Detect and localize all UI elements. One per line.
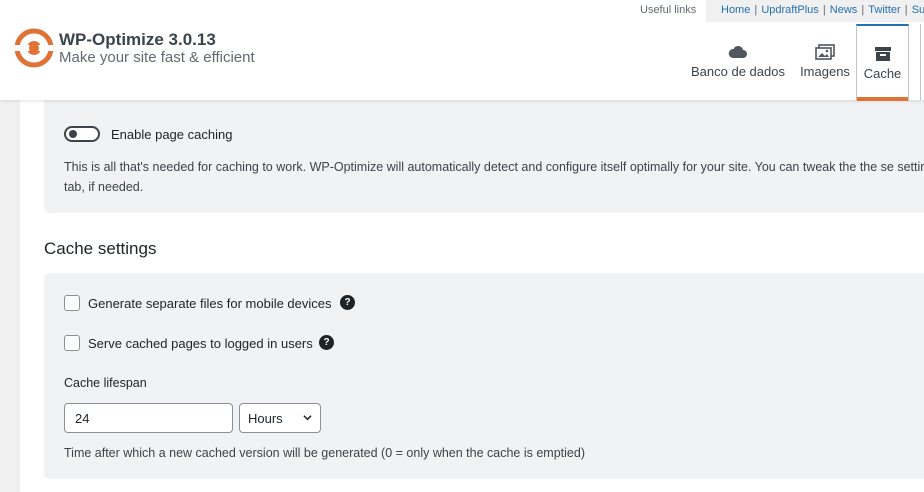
useful-links-label: Useful links — [640, 4, 697, 16]
cache-settings-heading: Cache settings — [44, 239, 157, 258]
tab-cache[interactable]: Cache — [856, 24, 909, 101]
help-icon[interactable]: ? — [340, 295, 355, 310]
cache-lifespan-label: Cache lifespan — [64, 376, 147, 390]
caching-description: This is all that's needed for caching to… — [64, 160, 924, 194]
enable-page-caching-label: Enable page caching — [111, 127, 233, 142]
logged-in-users-checkbox[interactable] — [64, 335, 80, 351]
useful-links-bar: Home | UpdraftPlus | News | Twitter | Su… — [706, 0, 924, 22]
tab-imagens[interactable]: Imagens — [796, 24, 854, 101]
archive-box-icon — [874, 47, 891, 61]
plugin-tagline: Make your site fast & efficient — [59, 49, 255, 66]
mobile-files-label: Generate separate files for mobile devic… — [88, 296, 332, 311]
cloud-database-icon — [728, 45, 747, 58]
link-news[interactable]: News — [830, 4, 858, 16]
mobile-files-checkbox[interactable] — [64, 295, 80, 311]
tab-label: Cache — [863, 66, 902, 81]
tab-banco-de-dados[interactable]: Banco de dados — [688, 24, 788, 101]
link-support[interactable]: Sup — [912, 4, 924, 16]
logged-in-users-label: Serve cached pages to logged in users — [88, 336, 313, 351]
help-icon[interactable]: ? — [319, 335, 334, 350]
toggle-knob — [69, 130, 77, 138]
plugin-header: WP-Optimize 3.0.13 Make your site fast &… — [0, 0, 924, 101]
wp-optimize-logo-icon — [14, 28, 54, 68]
link-twitter[interactable]: Twitter — [868, 4, 900, 16]
link-updraftplus[interactable]: UpdraftPlus — [761, 4, 818, 16]
chevron-down-icon — [303, 415, 312, 421]
link-home[interactable]: Home — [721, 4, 750, 16]
images-icon — [815, 44, 835, 60]
select-value: Hours — [248, 411, 283, 426]
tab-divider — [920, 24, 921, 100]
tab-label: Imagens — [800, 64, 850, 79]
cache-settings-content: Enable page caching This is all that's n… — [20, 94, 924, 492]
cache-lifespan-unit-select[interactable]: Hours — [239, 403, 321, 433]
tab-label: Banco de dados — [691, 64, 785, 79]
enable-page-caching-toggle[interactable] — [64, 126, 100, 142]
cache-lifespan-input[interactable] — [64, 403, 233, 433]
cache-lifespan-hint: Time after which a new cached version wi… — [64, 446, 585, 460]
plugin-title: WP-Optimize 3.0.13 — [59, 30, 216, 49]
